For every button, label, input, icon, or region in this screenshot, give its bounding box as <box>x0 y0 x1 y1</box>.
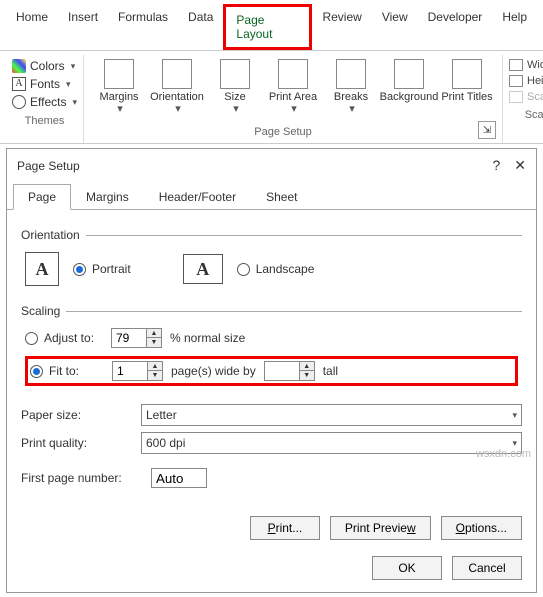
print-button[interactable]: Print... <box>250 516 320 540</box>
portrait-icon: A <box>25 252 59 286</box>
dialog-tabs: Page Margins Header/Footer Sheet <box>7 182 536 210</box>
chevron-down-icon: ▾ <box>512 438 517 449</box>
options-button[interactable]: Options... <box>441 516 522 540</box>
page-setup-dialog: Page Setup ? ✕ Page Margins Header/Foote… <box>6 148 537 593</box>
adjust-to-input[interactable] <box>112 329 146 347</box>
fit-width-spinner[interactable]: ▲▼ <box>112 361 163 381</box>
fonts-button[interactable]: AFonts▾ <box>12 77 77 91</box>
orientation-button[interactable]: Orientation▾ <box>148 59 206 115</box>
tab-formulas[interactable]: Formulas <box>108 4 178 50</box>
size-icon <box>220 59 250 89</box>
ribbon: Colors▾ AFonts▾ Effects▾ Themes Margins▾… <box>0 51 543 144</box>
dialog-tab-header-footer[interactable]: Header/Footer <box>144 184 251 210</box>
height-selector[interactable]: Height: <box>509 75 543 87</box>
scale-icon <box>509 91 523 103</box>
page-setup-group-label: Page Setup <box>88 122 478 140</box>
tab-help[interactable]: Help <box>492 4 537 50</box>
chevron-down-icon: ▾ <box>512 410 517 421</box>
first-page-label: First page number: <box>21 471 141 485</box>
scale-group-label: Scal <box>509 105 543 123</box>
background-button[interactable]: Background <box>380 59 438 115</box>
colors-button[interactable]: Colors▾ <box>12 59 77 73</box>
colors-icon <box>12 59 26 73</box>
dialog-tab-sheet[interactable]: Sheet <box>251 184 312 210</box>
orientation-legend: Orientation <box>21 228 86 242</box>
scale-selector: Scale: <box>509 91 543 103</box>
print-titles-icon <box>452 59 482 89</box>
ribbon-tabs: Home Insert Formulas Data Page Layout Re… <box>0 0 543 51</box>
breaks-icon <box>336 59 366 89</box>
themes-group-label: Themes <box>12 111 77 129</box>
width-icon <box>509 59 523 71</box>
tab-home[interactable]: Home <box>6 4 58 50</box>
breaks-button[interactable]: Breaks▾ <box>322 59 380 115</box>
themes-group: Colors▾ AFonts▾ Effects▾ Themes <box>6 55 83 143</box>
landscape-icon: A <box>183 254 223 284</box>
paper-size-select[interactable]: Letter▾ <box>141 404 522 426</box>
background-icon <box>394 59 424 89</box>
margins-icon <box>104 59 134 89</box>
orientation-fieldset: Orientation A Portrait A Landscape <box>21 228 522 290</box>
fit-height-spinner[interactable]: ▲▼ <box>264 361 315 381</box>
dialog-tab-margins[interactable]: Margins <box>71 184 144 210</box>
tab-developer[interactable]: Developer <box>418 4 493 50</box>
help-button[interactable]: ? <box>492 157 500 174</box>
fit-width-input[interactable] <box>113 362 147 380</box>
close-button[interactable]: ✕ <box>514 157 526 174</box>
landscape-radio[interactable]: Landscape <box>237 262 315 276</box>
tab-insert[interactable]: Insert <box>58 4 108 50</box>
portrait-radio[interactable]: Portrait <box>73 262 131 276</box>
print-preview-button[interactable]: Print Preview <box>330 516 431 540</box>
adjust-suffix: % normal size <box>170 331 245 345</box>
page-setup-group: Margins▾ Orientation▾ Size▾ Print Area▾ … <box>83 55 503 143</box>
tab-page-layout[interactable]: Page Layout <box>223 4 312 50</box>
dialog-title: Page Setup <box>17 159 80 173</box>
tab-view[interactable]: View <box>372 4 418 50</box>
print-titles-button[interactable]: Print Titles <box>438 59 496 115</box>
fit-height-input[interactable] <box>265 362 299 380</box>
print-quality-label: Print quality: <box>21 436 131 450</box>
print-area-icon <box>278 59 308 89</box>
scaling-legend: Scaling <box>21 304 66 318</box>
height-icon <box>509 75 523 87</box>
print-area-button[interactable]: Print Area▾ <box>264 59 322 115</box>
fit-mid-label: page(s) wide by <box>171 364 256 378</box>
fonts-icon: A <box>12 77 26 91</box>
fit-to-radio[interactable]: Fit to: <box>30 364 104 378</box>
page-setup-dialog-launcher[interactable]: ⇲ <box>478 121 496 139</box>
adjust-to-spinner[interactable]: ▲▼ <box>111 328 162 348</box>
effects-icon <box>12 95 26 109</box>
adjust-to-radio[interactable]: Adjust to: <box>25 331 103 345</box>
print-quality-select[interactable]: 600 dpi▾ <box>141 432 522 454</box>
orientation-icon <box>162 59 192 89</box>
scaling-fieldset: Scaling Adjust to: ▲▼ % normal size Fit … <box>21 304 522 390</box>
effects-button[interactable]: Effects▾ <box>12 95 77 109</box>
margins-button[interactable]: Margins▾ <box>90 59 148 115</box>
width-selector[interactable]: Width: <box>509 59 543 71</box>
first-page-input[interactable] <box>151 468 207 488</box>
fit-suffix: tall <box>323 364 338 378</box>
tab-review[interactable]: Review <box>312 4 371 50</box>
chevron-down-icon: ▾ <box>71 61 76 72</box>
paper-size-label: Paper size: <box>21 408 131 422</box>
scale-group: Width: Height: Scale: Scal <box>503 55 543 143</box>
size-button[interactable]: Size▾ <box>206 59 264 115</box>
dialog-tab-page[interactable]: Page <box>13 184 71 210</box>
tab-data[interactable]: Data <box>178 4 223 50</box>
